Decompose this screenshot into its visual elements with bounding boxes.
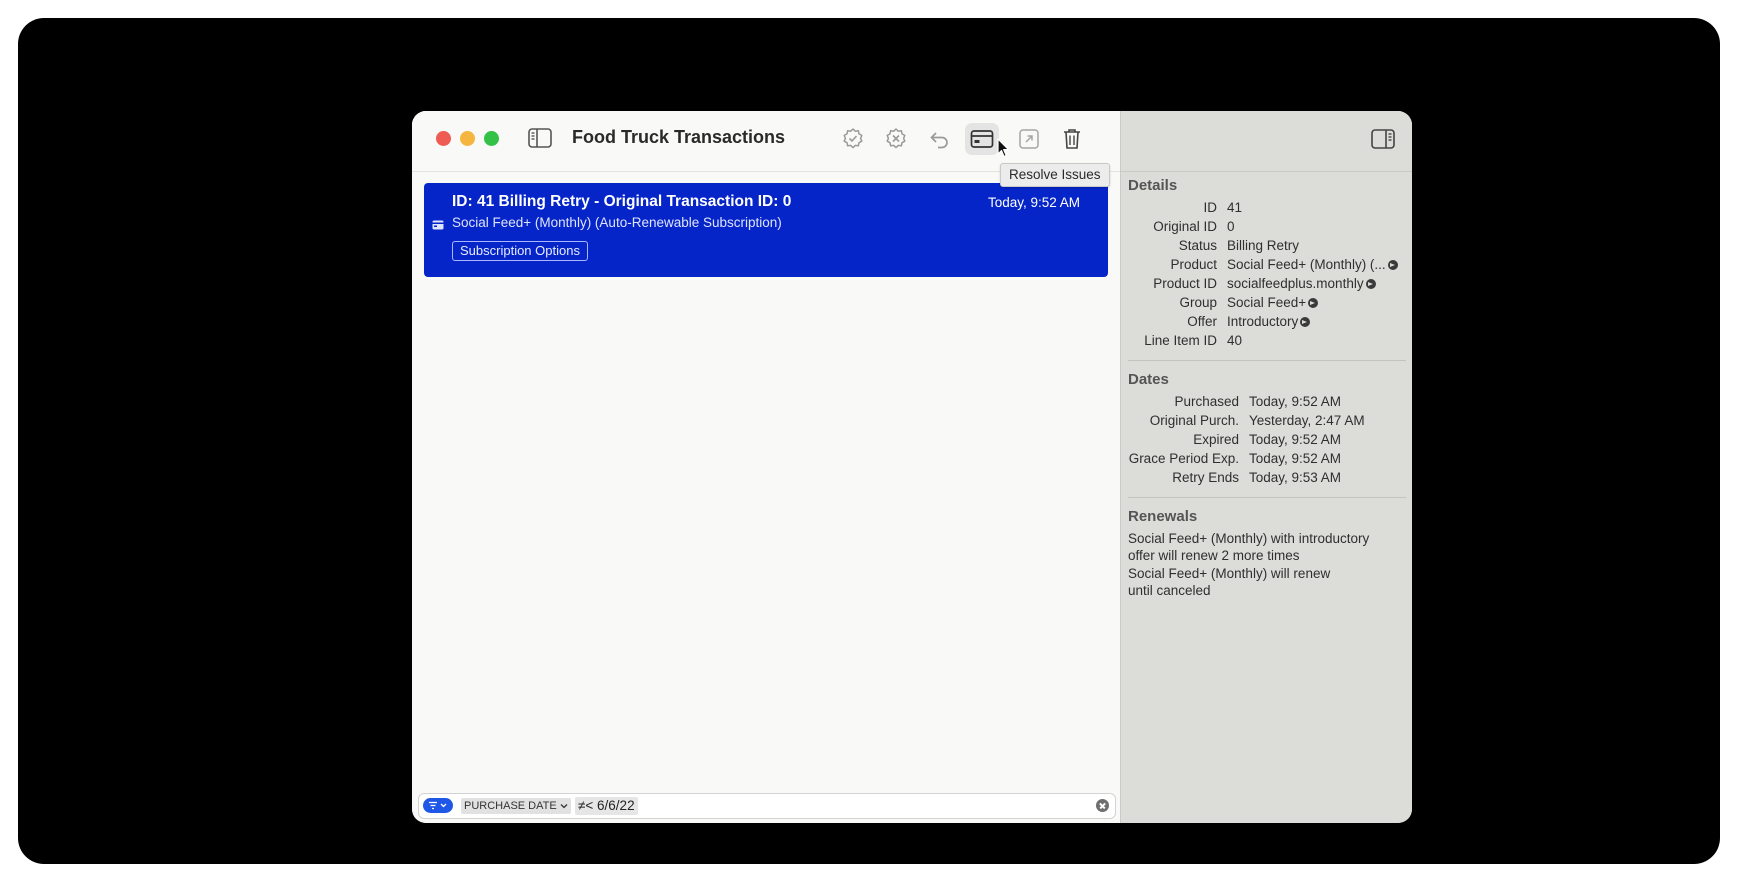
transactions-pane: Food Truck Transactions Resolve Issues I…	[412, 111, 1120, 823]
delete-button[interactable]	[1055, 123, 1089, 155]
date-label: Grace Period Exp.	[1128, 451, 1239, 466]
transaction-product: Social Feed+ (Monthly) (Auto-Renewable S…	[452, 215, 782, 230]
filter-field-label: PURCHASE DATE	[464, 800, 557, 812]
renewals-heading: Renewals	[1128, 508, 1198, 525]
filter-icon	[429, 801, 447, 810]
app-window: Food Truck Transactions Resolve Issues I…	[412, 111, 1412, 823]
detail-value: 0	[1227, 219, 1235, 234]
resolve-issues-button[interactable]	[965, 123, 999, 155]
approve-button[interactable]	[836, 123, 870, 155]
open-external-button[interactable]	[1012, 123, 1046, 155]
filter-condition[interactable]: ≠< 6/6/22	[575, 797, 638, 815]
section-divider	[1128, 497, 1406, 498]
go-arrow-icon[interactable]	[1300, 317, 1311, 327]
filter-field-select[interactable]: PURCHASE DATE	[461, 798, 571, 814]
refund-icon	[930, 132, 948, 149]
decline-icon	[886, 128, 906, 149]
detail-value: socialfeedplus.monthly	[1227, 276, 1364, 291]
detail-value-link[interactable]: Introductory	[1227, 314, 1311, 329]
mouse-cursor-icon	[997, 138, 1011, 163]
section-divider	[1128, 360, 1406, 361]
detail-label: Status	[1178, 238, 1217, 253]
subscription-options-button[interactable]: Subscription Options	[452, 241, 588, 261]
transaction-date: Today, 9:52 AM	[987, 195, 1080, 210]
date-label: Original Purch.	[1149, 413, 1239, 428]
detail-label: Line Item ID	[1144, 333, 1217, 348]
details-heading: Details	[1128, 177, 1178, 194]
date-value: Today, 9:53 AM	[1249, 470, 1342, 485]
resolve-issues-tooltip: Resolve Issues	[1000, 163, 1110, 187]
refund-button[interactable]	[922, 123, 956, 155]
minimize-window-button[interactable]	[460, 131, 475, 146]
detail-label: Product	[1170, 257, 1217, 272]
zoom-window-button[interactable]	[484, 131, 499, 146]
detail-value-link[interactable]: socialfeedplus.monthly	[1227, 276, 1376, 291]
detail-label: Product ID	[1153, 276, 1217, 291]
detail-value: 41	[1227, 200, 1243, 215]
date-label: Purchased	[1174, 394, 1239, 409]
decline-button[interactable]	[879, 123, 913, 155]
window-title: Food Truck Transactions	[572, 127, 786, 147]
detail-value: Social Feed+	[1227, 295, 1307, 310]
dates-heading: Dates	[1128, 371, 1169, 388]
detail-label: Offer	[1187, 314, 1217, 329]
clear-filter-icon[interactable]	[1096, 799, 1109, 812]
date-value: Today, 9:52 AM	[1249, 394, 1342, 409]
detail-label: Group	[1179, 295, 1217, 310]
date-value: Today, 9:52 AM	[1249, 451, 1342, 466]
detail-value: Social Feed+ (Monthly) (...	[1227, 257, 1386, 272]
detail-value: Billing Retry	[1227, 238, 1300, 253]
detail-value: Introductory	[1227, 314, 1299, 329]
credit-card-icon	[432, 217, 444, 235]
external-icon	[1019, 129, 1039, 149]
trash-icon	[1064, 129, 1080, 149]
date-label: Expired	[1193, 432, 1239, 447]
detail-value-link[interactable]: Social Feed+	[1227, 295, 1319, 310]
go-arrow-icon[interactable]	[1387, 260, 1398, 270]
inspector-header	[1121, 111, 1412, 172]
inspector-toggle-icon[interactable]	[1371, 129, 1395, 154]
date-value: Today, 9:52 AM	[1249, 432, 1342, 447]
go-arrow-icon[interactable]	[1308, 298, 1319, 308]
detail-label: ID	[1203, 200, 1218, 215]
filter-menu-button[interactable]	[423, 798, 453, 813]
close-window-button[interactable]	[436, 131, 451, 146]
renewal-item: Social Feed+ (Monthly) will renew until …	[1128, 566, 1331, 598]
filter-bar: PURCHASE DATE ≠< 6/6/22	[418, 793, 1116, 819]
inspector-pane: Details ID 41 Original ID 0 Status Billi…	[1120, 111, 1412, 823]
transaction-title: ID: 41 Billing Retry - Original Transact…	[452, 193, 792, 210]
credit-card-icon	[970, 130, 994, 148]
sidebar-toggle-icon[interactable]	[528, 128, 552, 148]
approve-icon	[843, 128, 863, 149]
detail-value: 40	[1227, 333, 1243, 348]
date-value: Yesterday, 2:47 AM	[1249, 413, 1365, 428]
date-label: Retry Ends	[1172, 470, 1239, 485]
chevron-down-icon	[560, 804, 568, 809]
renewal-item: Social Feed+ (Monthly) with introductory…	[1128, 531, 1370, 563]
detail-value-link[interactable]: Social Feed+ (Monthly) (...	[1227, 257, 1398, 272]
transaction-row[interactable]: ID: 41 Billing Retry - Original Transact…	[424, 183, 1108, 277]
screen-frame: Food Truck Transactions Resolve Issues I…	[18, 18, 1720, 864]
detail-label: Original ID	[1153, 219, 1217, 234]
go-arrow-icon[interactable]	[1365, 279, 1376, 289]
